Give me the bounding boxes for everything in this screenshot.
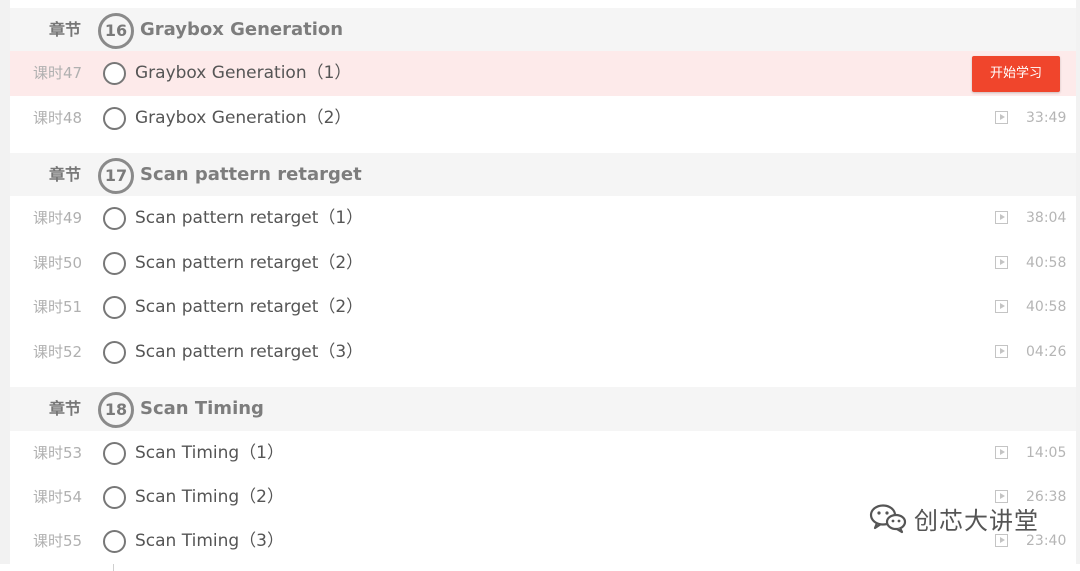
chapter-number-badge: 18	[98, 392, 134, 428]
chapter-number-badge: 16	[98, 13, 134, 49]
play-icon[interactable]	[995, 111, 1008, 124]
lesson-number: 课时48	[33, 109, 83, 127]
progress-circle-icon	[103, 341, 126, 364]
lesson-row[interactable]: 课时48 Graybox Generation（2） 33:49	[10, 96, 1076, 141]
lesson-title[interactable]: Scan Timing（3）	[135, 519, 284, 564]
progress-circle-icon	[103, 442, 126, 465]
lesson-number: 课时51	[33, 298, 83, 316]
chapter-title: Graybox Generation	[140, 19, 344, 40]
lesson-duration: 38:04	[1026, 210, 1067, 226]
lesson-row[interactable]: 课时49 Scan pattern retarget（1） 38:04	[10, 196, 1076, 241]
lesson-row[interactable]: 课时47 Graybox Generation（1） 开始学习	[10, 51, 1076, 96]
lesson-title[interactable]: Scan pattern retarget（2）	[135, 241, 363, 286]
lesson-number: 课时49	[33, 209, 83, 227]
wechat-icon	[869, 504, 907, 534]
lesson-number: 课时52	[33, 343, 83, 361]
chapter-header: 章节 16 Graybox Generation	[10, 8, 1076, 52]
lesson-duration: 40:58	[1026, 299, 1067, 315]
progress-circle-icon	[103, 207, 126, 230]
play-icon[interactable]	[995, 446, 1008, 459]
lesson-number: 课时55	[33, 532, 83, 550]
play-icon[interactable]	[995, 300, 1008, 313]
watermark: 创芯大讲堂	[868, 498, 1039, 538]
lesson-number: 课时54	[33, 488, 83, 506]
lesson-title[interactable]: Scan pattern retarget（2）	[135, 285, 363, 330]
lesson-row[interactable]: 课时53 Scan Timing（1） 14:05	[10, 431, 1076, 476]
lesson-title[interactable]: Scan Timing（1）	[135, 431, 284, 476]
progress-circle-icon	[103, 252, 126, 275]
play-icon[interactable]	[995, 345, 1008, 358]
right-margin	[1076, 0, 1080, 564]
play-icon[interactable]	[995, 256, 1008, 269]
lesson-duration: 33:49	[1026, 110, 1067, 126]
left-margin	[0, 0, 10, 564]
chapter-label: 章节	[49, 399, 82, 418]
lesson-row[interactable]: 课时52 Scan pattern retarget（3） 04:26	[10, 330, 1076, 375]
lesson-number: 课时47	[33, 64, 83, 82]
lesson-title[interactable]: Graybox Generation（2）	[135, 96, 351, 141]
lesson-title[interactable]: Scan Timing（2）	[135, 475, 284, 520]
chapter-title: Scan pattern retarget	[140, 164, 362, 185]
lesson-duration: 14:05	[1026, 445, 1067, 461]
course-outline: 章节 16 Graybox Generation 课时47 Graybox Genera…	[10, 0, 1076, 571]
lesson-row[interactable]: 课时50 Scan pattern retarget（2） 40:58	[10, 241, 1076, 286]
lesson-number: 课时53	[33, 444, 83, 462]
lesson-title[interactable]: Scan pattern retarget（3）	[135, 330, 363, 375]
lesson-duration: 40:58	[1026, 255, 1067, 271]
lesson-title[interactable]: Scan pattern retarget（1）	[135, 196, 363, 241]
start-learning-button[interactable]: 开始学习	[972, 56, 1060, 92]
lesson-duration: 04:26	[1026, 344, 1067, 360]
progress-circle-icon	[103, 62, 126, 85]
lesson-title[interactable]: Graybox Generation（1）	[135, 51, 351, 96]
progress-circle-icon	[103, 296, 126, 319]
chapter-label: 章节	[49, 165, 82, 184]
watermark-text: 创芯大讲堂	[914, 506, 1039, 535]
lesson-row[interactable]: 课时51 Scan pattern retarget（2） 40:58	[10, 285, 1076, 330]
chapter-header: 章节 18 Scan Timing	[10, 387, 1076, 431]
chapter-label: 章节	[49, 20, 82, 39]
play-icon[interactable]	[995, 211, 1008, 224]
chapter-title: Scan Timing	[140, 398, 264, 419]
lesson-number: 课时50	[33, 254, 83, 272]
progress-circle-icon	[103, 486, 126, 509]
progress-circle-icon	[103, 530, 126, 553]
progress-circle-icon	[103, 107, 126, 130]
chapter-header: 章节 17 Scan pattern retarget	[10, 153, 1076, 197]
chapter-number-badge: 17	[98, 158, 134, 194]
